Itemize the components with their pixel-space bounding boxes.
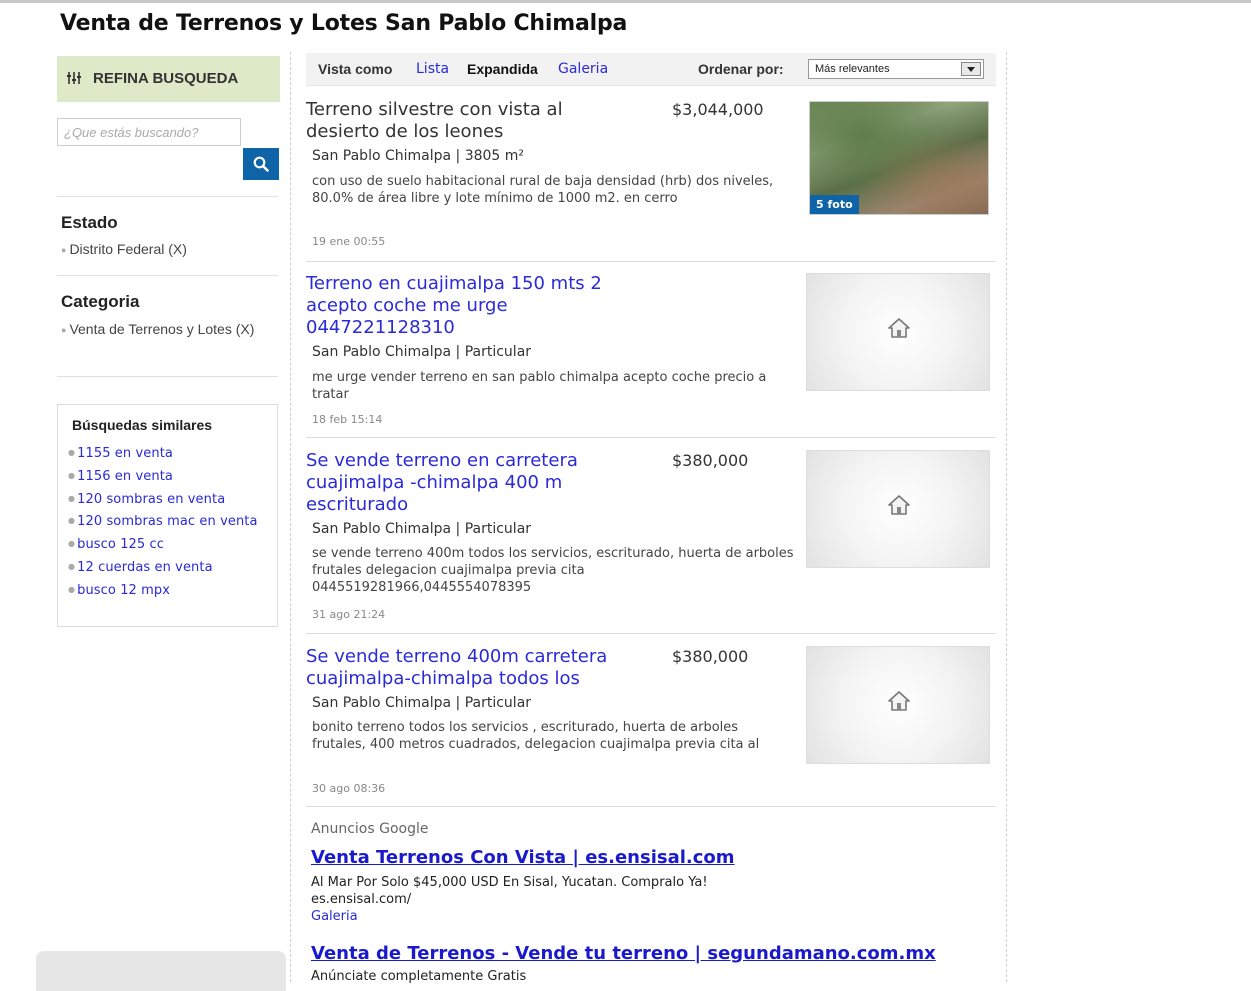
listing-location: San Pablo Chimalpa | 3805 m² xyxy=(312,148,525,164)
listing-description: me urge vender terreno en san pablo chim… xyxy=(312,370,767,402)
listing-photo-placeholder[interactable] xyxy=(806,450,990,568)
sidebar-divider xyxy=(57,376,278,377)
photo-count-badge: 5 foto xyxy=(810,195,859,214)
view-option-galeria[interactable]: Galeria xyxy=(558,61,608,77)
listing-photo-placeholder[interactable] xyxy=(806,646,990,764)
listing-divider xyxy=(306,261,996,262)
bullet-icon: ● xyxy=(61,245,67,256)
similar-search-link[interactable]: ● 1156 en venta xyxy=(68,467,268,486)
house-icon xyxy=(888,691,910,711)
refine-search-header[interactable]: REFINA BUSQUEDA xyxy=(57,56,280,102)
listing-description: con uso de suelo habitacional rural de b… xyxy=(312,174,774,206)
listing-photo-placeholder[interactable] xyxy=(806,273,990,391)
view-as-label: Vista como xyxy=(318,61,393,77)
view-option-lista[interactable]: Lista xyxy=(416,61,449,77)
facet-title-categoria: Categoria xyxy=(61,292,140,311)
listing-date: 19 ene 00:55 xyxy=(312,235,386,248)
sidebar-divider xyxy=(57,196,278,197)
similar-search-link[interactable]: ● busco 125 cc xyxy=(68,535,268,554)
ad-url[interactable]: es.ensisal.com/ xyxy=(311,891,411,908)
ad-gallery-link[interactable]: Galeria xyxy=(311,909,358,924)
listing-location: San Pablo Chimalpa | Particular xyxy=(312,344,532,360)
listing-divider xyxy=(306,633,996,634)
listing-photo[interactable]: 5 foto xyxy=(809,101,989,215)
page-title: Venta de Terrenos y Lotes San Pablo Chim… xyxy=(60,11,628,36)
sidebar-divider xyxy=(57,275,278,276)
similar-search-link[interactable]: ● 1155 en venta xyxy=(68,444,268,463)
listing-price: $380,000 xyxy=(672,451,749,470)
listing-location: San Pablo Chimalpa | Particular xyxy=(312,695,532,711)
listing-price: $3,044,000 xyxy=(672,100,764,119)
similar-searches-box: Búsquedas similares ● 1155 en venta ● 1156… xyxy=(57,404,278,627)
order-by-select[interactable]: Más relevantes xyxy=(808,59,984,79)
listing-title[interactable]: Se vende terreno en carretera cuajimalpa… xyxy=(306,450,626,516)
house-icon xyxy=(888,318,910,338)
similar-search-link[interactable]: ● 120 sombras mac en venta xyxy=(68,512,268,531)
google-ads-label: Anuncios Google xyxy=(311,821,429,837)
facet-item-categoria[interactable]: ● Venta de Terrenos y Lotes (X) xyxy=(61,319,273,340)
listing-title[interactable]: Se vende terreno 400m carretera cuajimal… xyxy=(306,646,646,690)
listing-divider xyxy=(306,806,996,807)
sidebar-bottom-panel xyxy=(36,951,286,991)
listing-date: 18 feb 15:14 xyxy=(312,413,383,426)
column-divider xyxy=(290,52,291,982)
search-input[interactable] xyxy=(57,118,241,146)
similar-search-link[interactable]: ● busco 12 mpx xyxy=(68,581,268,600)
search-button[interactable] xyxy=(243,148,279,180)
order-by-label: Ordenar por: xyxy=(698,61,784,77)
results-toolbar: Vista como Lista Expandida Galeria Orden… xyxy=(306,53,996,86)
order-by-value: Más relevantes xyxy=(815,63,890,75)
listing-description: se vende terreno 400m todos los servicio… xyxy=(312,546,794,595)
facet-item-label: Venta de Terrenos y Lotes (X) xyxy=(69,321,255,337)
bullet-icon: ● xyxy=(61,325,67,336)
house-icon xyxy=(888,495,910,515)
refine-search-label: REFINA BUSQUEDA xyxy=(93,70,239,87)
listing-location: San Pablo Chimalpa | Particular xyxy=(312,521,532,537)
similar-search-link[interactable]: ● 12 cuerdas en venta xyxy=(68,558,268,577)
column-divider xyxy=(1006,52,1007,982)
ad-text: Al Mar Por Solo $45,000 USD En Sisal, Yu… xyxy=(311,875,708,890)
listing-title[interactable]: Terreno en cuajimalpa 150 mts 2 acepto c… xyxy=(306,273,636,339)
ad-title-link[interactable]: Venta Terrenos Con Vista | es.ensisal.co… xyxy=(311,847,735,868)
listing-description: bonito terreno todos los servicios , esc… xyxy=(312,720,760,752)
ad-text: Anúnciate completamente Gratis xyxy=(311,969,527,984)
listing-title[interactable]: Terreno silvestre con vista al desierto … xyxy=(306,99,626,143)
ad-title-link[interactable]: Venta de Terrenos - Vende tu terreno | s… xyxy=(311,943,936,964)
facet-title-estado: Estado xyxy=(61,213,118,232)
listing-date: 30 ago 08:36 xyxy=(312,782,386,795)
similar-searches-list: ● 1155 en venta ● 1156 en venta ● 120 sombr… xyxy=(68,444,268,603)
listing-price: $380,000 xyxy=(672,647,749,666)
similar-search-link[interactable]: ● 120 sombras en venta xyxy=(68,490,268,509)
chevron-down-icon[interactable] xyxy=(961,62,981,76)
listing-divider xyxy=(306,437,996,438)
sliders-icon xyxy=(67,72,81,87)
search-icon xyxy=(253,156,269,172)
listing-date: 31 ago 21:24 xyxy=(312,608,386,621)
similar-searches-title: Búsquedas similares xyxy=(72,417,213,433)
facet-item-label: Distrito Federal (X) xyxy=(69,241,187,257)
view-option-expandida: Expandida xyxy=(467,61,538,77)
facet-item-estado[interactable]: ● Distrito Federal (X) xyxy=(61,239,276,260)
top-border xyxy=(0,0,1251,3)
